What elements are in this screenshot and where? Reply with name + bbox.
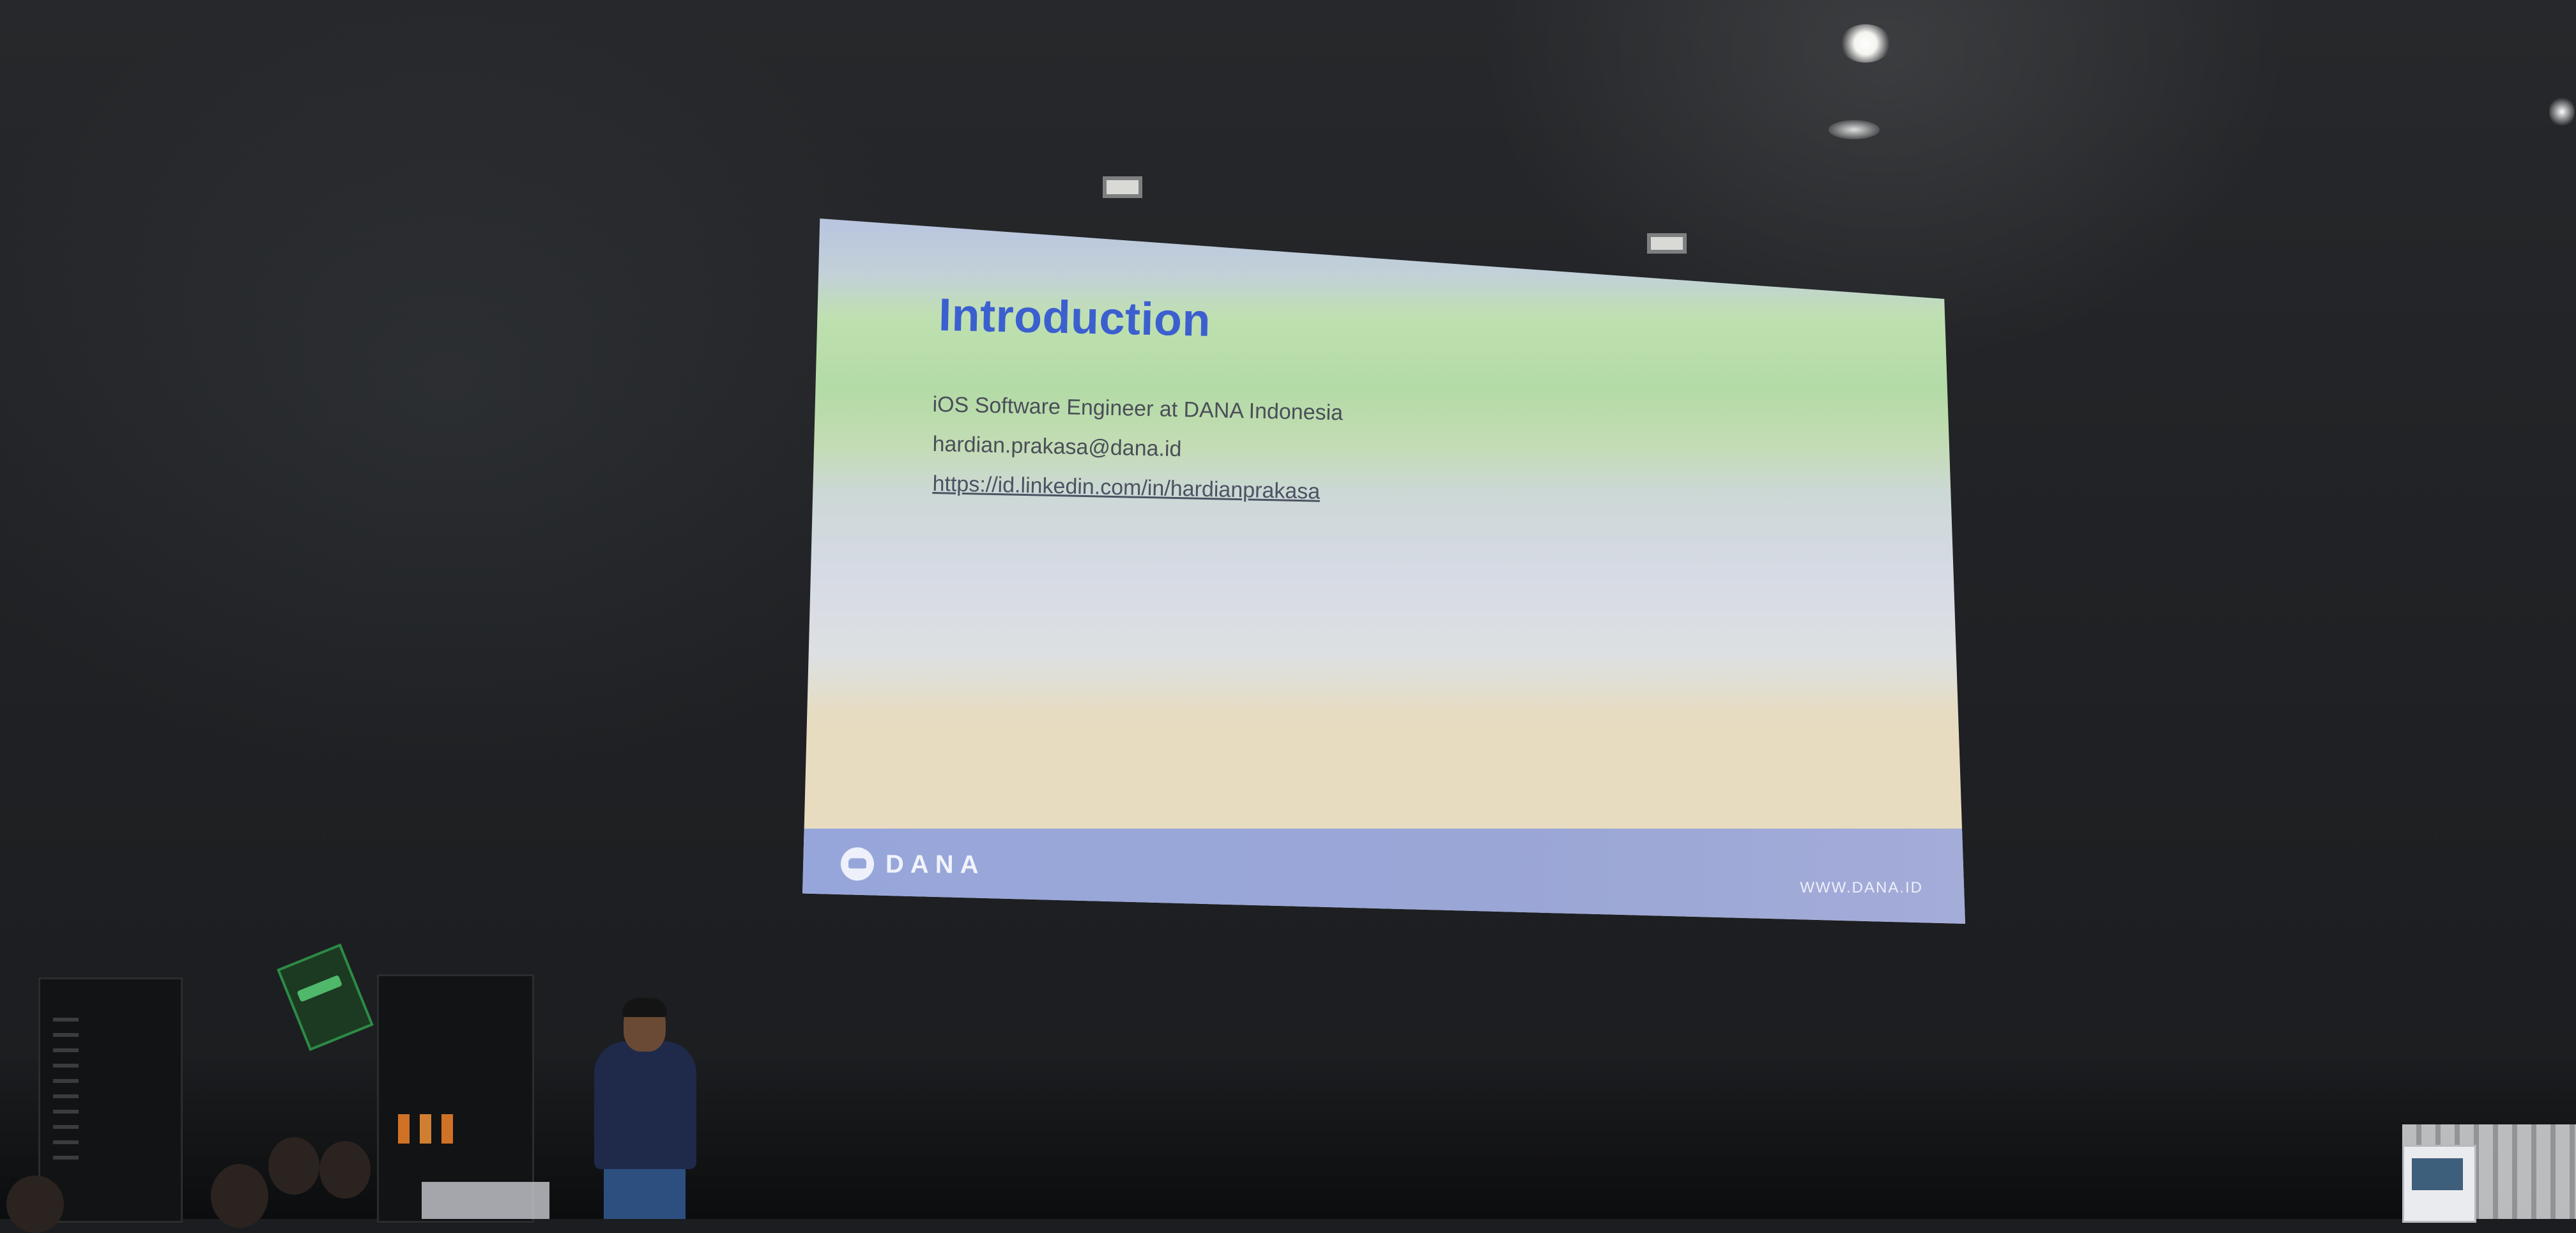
ceiling-spotlight (1840, 24, 1891, 63)
ceiling-speaker (1828, 120, 1880, 139)
equipment-rack (38, 977, 183, 1223)
equipment-box (2402, 1145, 2476, 1223)
presenter-legs (604, 1163, 686, 1219)
rack-controls (53, 1018, 79, 1171)
green-sign-label (296, 974, 343, 1002)
presenter-body (594, 1041, 696, 1169)
presenter-hair (622, 998, 667, 1017)
ceiling-vent (1103, 176, 1142, 198)
amplifier-lights (398, 1114, 475, 1144)
dana-logo: DANA (840, 847, 985, 882)
slide-line-job: iOS Software Engineer at DANA Indonesia (932, 392, 1344, 425)
audience-member (211, 1164, 268, 1228)
dana-logo-icon (840, 847, 875, 881)
dana-logo-text: DANA (885, 850, 985, 879)
audience-member (268, 1137, 319, 1195)
slide-line-email: hardian.prakasa@dana.id (932, 432, 1182, 462)
laptop (422, 1182, 549, 1219)
ceiling-light-right (2549, 96, 2575, 128)
audience-member (319, 1141, 371, 1199)
ceiling-vent (1647, 233, 1687, 254)
box-print (2412, 1158, 2463, 1190)
slide-title: Introduction (938, 289, 1211, 346)
projected-slide: Introduction iOS Software Engineer at DA… (802, 218, 1965, 924)
slide-line-linkedin-link: https://id.linkedin.com/in/hardianprakas… (932, 471, 1321, 504)
slide-website: WWW.DANA.ID (1800, 879, 1923, 896)
audience-member (6, 1176, 64, 1233)
